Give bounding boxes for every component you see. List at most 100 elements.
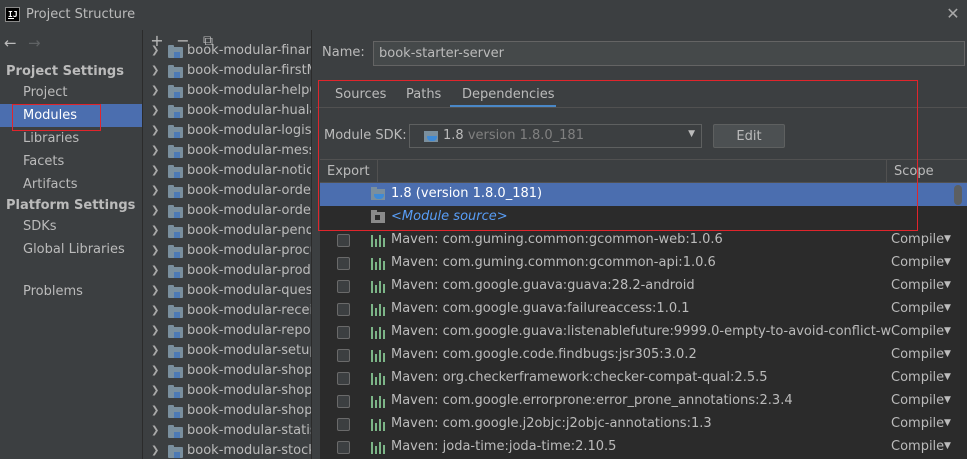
table-row[interactable]: Maven: org.checkerframework:checker-comp… [320, 367, 967, 390]
chevron-right-icon[interactable]: ❯ [151, 45, 159, 56]
nav-item-modules[interactable]: Modules [0, 104, 142, 127]
back-arrow-icon[interactable]: ← [4, 33, 17, 53]
tree-item[interactable]: ❯ book-modular-logisti [143, 122, 311, 142]
scope-value[interactable]: Compile [891, 370, 944, 385]
column-separator[interactable] [886, 160, 887, 183]
module-source-dependency[interactable]: <Module source> [391, 209, 891, 224]
chevron-down-icon[interactable]: ▼ [944, 326, 951, 336]
chevron-right-icon[interactable]: ❯ [151, 105, 159, 116]
scope-value[interactable]: Compile [891, 416, 944, 431]
tab-paths[interactable]: Paths [406, 87, 441, 102]
export-checkbox[interactable] [337, 303, 350, 316]
tree-item[interactable]: ❯ book-modular-order [143, 202, 311, 222]
scope-value[interactable]: Compile [891, 301, 944, 316]
scope-value[interactable]: Compile [891, 439, 944, 454]
close-icon[interactable]: ✕ [944, 5, 962, 23]
export-checkbox[interactable] [337, 372, 350, 385]
nav-item-artifacts[interactable]: Artifacts [0, 173, 142, 196]
forward-arrow-icon[interactable]: → [28, 33, 41, 53]
chevron-down-icon[interactable]: ▼ [944, 280, 951, 290]
tree-item[interactable]: ❯ book-modular-shopp [143, 362, 311, 382]
table-row[interactable]: Maven: joda-time:joda-time:2.10.5 Compile… [320, 436, 967, 459]
nav-item-facets[interactable]: Facets [0, 150, 142, 173]
scope-value[interactable]: Compile [891, 278, 944, 293]
table-row[interactable]: Maven: com.guming.common:gcommon-web:1.0… [320, 229, 967, 252]
module-name-input[interactable] [373, 41, 965, 66]
tree-item[interactable]: ❯ book-modular-statist [143, 422, 311, 442]
table-row[interactable]: Maven: com.google.guava:failureaccess:1.… [320, 298, 967, 321]
chevron-down-icon[interactable]: ▼ [944, 234, 951, 244]
chevron-right-icon[interactable]: ❯ [151, 125, 159, 136]
scope-value[interactable]: Compile [891, 324, 944, 339]
chevron-down-icon[interactable]: ▼ [688, 129, 695, 139]
tree-item[interactable]: ❯ book-modular-receiv [143, 302, 311, 322]
table-row[interactable]: Maven: com.google.j2objc:j2objc-annotati… [320, 413, 967, 436]
tree-item[interactable]: ❯ book-modular-helpC [143, 82, 311, 102]
chevron-right-icon[interactable]: ❯ [151, 385, 159, 396]
tree-item[interactable]: ❯ book-modular-produ [143, 262, 311, 282]
scope-value[interactable]: Compile [891, 393, 944, 408]
tree-item[interactable]: ❯ book-modular-messa [143, 142, 311, 162]
chevron-right-icon[interactable]: ❯ [151, 65, 159, 76]
table-row[interactable]: Maven: com.google.guava:listenablefuture… [320, 321, 967, 344]
chevron-right-icon[interactable]: ❯ [151, 85, 159, 96]
scope-value[interactable]: Compile [891, 347, 944, 362]
table-row[interactable]: Maven: com.google.code.findbugs:jsr305:3… [320, 344, 967, 367]
tree-item[interactable]: ❯ book-modular-shops [143, 382, 311, 402]
export-checkbox[interactable] [337, 280, 350, 293]
chevron-right-icon[interactable]: ❯ [151, 405, 159, 416]
chevron-right-icon[interactable]: ❯ [151, 445, 159, 456]
nav-item-libraries[interactable]: Libraries [0, 127, 142, 150]
chevron-right-icon[interactable]: ❯ [151, 185, 159, 196]
export-checkbox[interactable] [337, 418, 350, 431]
scope-value[interactable]: Compile [891, 232, 944, 247]
chevron-down-icon[interactable]: ▼ [944, 257, 951, 267]
tree-item[interactable]: ❯ book-modular-repor [143, 322, 311, 342]
chevron-down-icon[interactable]: ▼ [944, 395, 951, 405]
tree-item[interactable]: ❯ book-modular-stock [143, 442, 311, 459]
chevron-right-icon[interactable]: ❯ [151, 345, 159, 356]
table-row[interactable]: Maven: com.google.errorprone:error_prone… [320, 390, 967, 413]
chevron-down-icon[interactable]: ▼ [944, 372, 951, 382]
table-row[interactable]: Maven: com.guming.common:gcommon-api:1.0… [320, 252, 967, 275]
tree-item[interactable]: ❯ book-modular-shopt [143, 402, 311, 422]
edit-sdk-button[interactable]: Edit [713, 124, 785, 148]
chevron-right-icon[interactable]: ❯ [151, 265, 159, 276]
chevron-down-icon[interactable]: ▼ [944, 349, 951, 359]
chevron-down-icon[interactable]: ▼ [944, 303, 951, 313]
export-checkbox[interactable] [337, 349, 350, 362]
nav-item-global-libraries[interactable]: Global Libraries [0, 238, 142, 261]
tree-item[interactable]: ❯ book-modular-notice [143, 162, 311, 182]
tab-dependencies[interactable]: Dependencies [462, 87, 555, 102]
export-checkbox[interactable] [337, 395, 350, 408]
chevron-right-icon[interactable]: ❯ [151, 425, 159, 436]
chevron-down-icon[interactable]: ▼ [944, 441, 951, 451]
module-sdk-select[interactable]: 1.8 version 1.8.0_181 ▼ [409, 124, 702, 148]
scope-value[interactable]: Compile [891, 255, 944, 270]
tree-item[interactable]: ❯ book-modular-firstM [143, 62, 311, 82]
nav-item-problems[interactable]: Problems [0, 280, 142, 303]
export-checkbox[interactable] [337, 234, 350, 247]
chevron-right-icon[interactable]: ❯ [151, 285, 159, 296]
chevron-down-icon[interactable]: ▼ [944, 418, 951, 428]
chevron-right-icon[interactable]: ❯ [151, 205, 159, 216]
column-separator[interactable] [377, 160, 378, 183]
export-checkbox[interactable] [337, 257, 350, 270]
tree-item[interactable]: ❯ book-modular-questi [143, 282, 311, 302]
chevron-right-icon[interactable]: ❯ [151, 305, 159, 316]
chevron-right-icon[interactable]: ❯ [151, 365, 159, 376]
tree-item[interactable]: ❯ book-modular-order [143, 182, 311, 202]
tree-item[interactable]: ❯ book-modular-hualal [143, 102, 311, 122]
chevron-right-icon[interactable]: ❯ [151, 325, 159, 336]
table-row[interactable]: Maven: com.google.guava:guava:28.2-andro… [320, 275, 967, 298]
nav-item-project[interactable]: Project [0, 81, 142, 104]
column-export[interactable]: Export [327, 164, 370, 179]
table-scrollbar[interactable] [954, 185, 962, 205]
tree-item[interactable]: ❯ book-modular-pendi [143, 222, 311, 242]
chevron-right-icon[interactable]: ❯ [151, 225, 159, 236]
table-row[interactable]: 1.8 (version 1.8.0_181) [320, 183, 967, 206]
chevron-right-icon[interactable]: ❯ [151, 145, 159, 156]
export-checkbox[interactable] [337, 441, 350, 454]
chevron-right-icon[interactable]: ❯ [151, 245, 159, 256]
chevron-right-icon[interactable]: ❯ [151, 165, 159, 176]
